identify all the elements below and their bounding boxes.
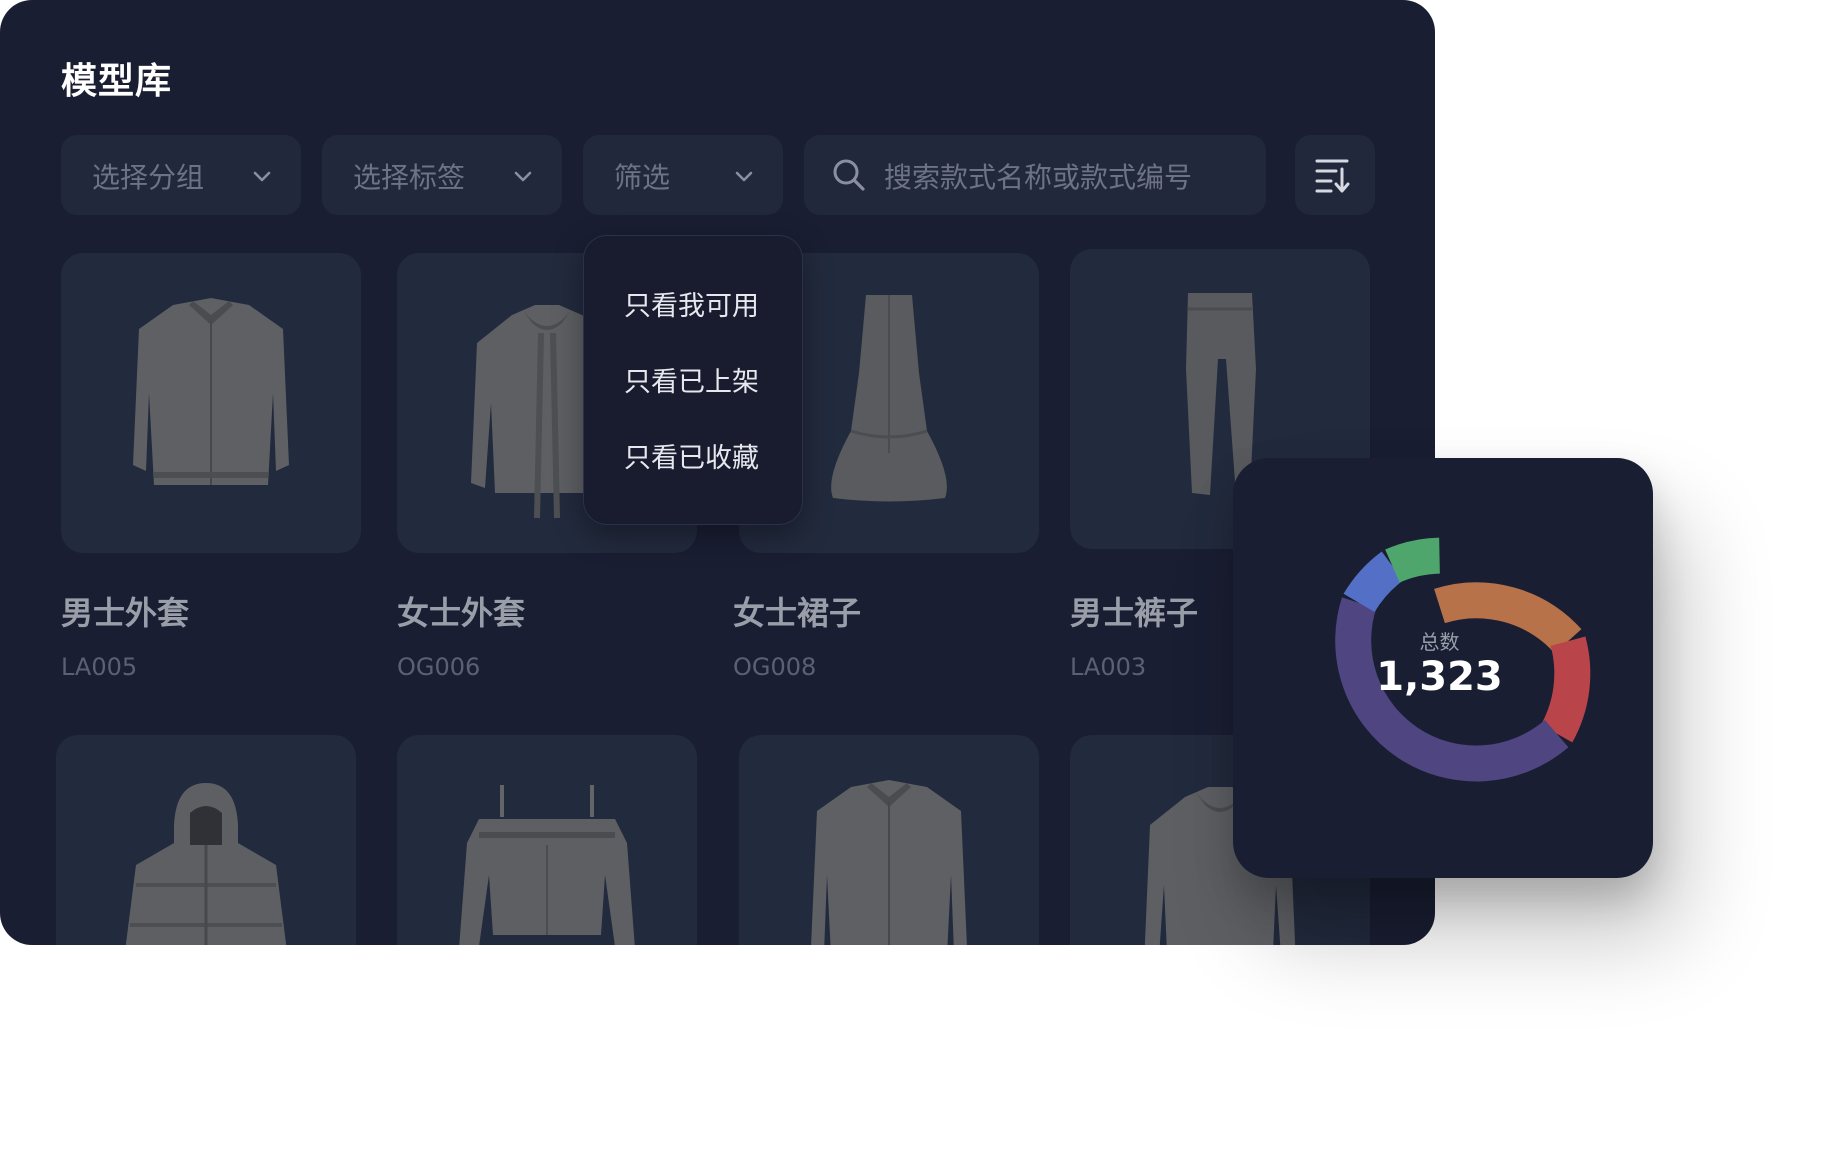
model-code: LA003 bbox=[1070, 653, 1147, 681]
model-card[interactable] bbox=[61, 253, 361, 553]
dropdown-option-listed[interactable]: 只看已上架 bbox=[624, 360, 759, 399]
model-code: LA005 bbox=[61, 653, 138, 681]
group-select[interactable]: 选择分组 bbox=[61, 135, 301, 215]
model-card[interactable] bbox=[739, 735, 1039, 945]
search-placeholder: 搜索款式名称或款式编号 bbox=[884, 161, 1193, 194]
model-code: OG008 bbox=[733, 653, 817, 681]
stats-caption: 总数 bbox=[1419, 630, 1460, 654]
sort-button[interactable] bbox=[1295, 135, 1375, 215]
jacket-icon bbox=[133, 298, 289, 485]
dropdown-option-available[interactable]: 只看我可用 bbox=[624, 284, 759, 323]
sort-icon bbox=[1315, 159, 1350, 193]
chevron-down-icon bbox=[514, 171, 532, 182]
chevron-down-icon bbox=[253, 171, 271, 182]
chevron-down-icon bbox=[735, 171, 753, 182]
tag-select[interactable]: 选择标签 bbox=[322, 135, 562, 215]
page-title: 模型库 bbox=[61, 61, 173, 102]
jacket-icon bbox=[811, 780, 967, 945]
off-shoulder-top-icon bbox=[459, 785, 635, 945]
filter-select-label: 筛选 bbox=[614, 161, 671, 194]
search-input[interactable]: 搜索款式名称或款式编号 bbox=[804, 135, 1266, 215]
model-name: 女士裙子 bbox=[733, 594, 862, 632]
search-icon bbox=[833, 159, 865, 191]
model-card[interactable] bbox=[56, 735, 356, 945]
tag-select-label: 选择标签 bbox=[353, 161, 466, 194]
group-select-label: 选择分组 bbox=[92, 161, 205, 194]
total-stats-card: 总数 1,323 bbox=[1233, 458, 1653, 878]
dropdown-option-favorited[interactable]: 只看已收藏 bbox=[624, 436, 759, 475]
ring-segment bbox=[1385, 537, 1441, 583]
model-name: 女士外套 bbox=[397, 594, 526, 632]
model-code: OG006 bbox=[397, 653, 481, 681]
filter-dropdown-menu: 只看我可用 只看已上架 只看已收藏 bbox=[583, 235, 803, 525]
model-card[interactable] bbox=[397, 735, 697, 945]
ring-segment bbox=[1343, 551, 1404, 613]
filter-select[interactable]: 筛选 bbox=[583, 135, 783, 215]
stats-total: 1,323 bbox=[1376, 654, 1503, 700]
puffer-jacket-icon bbox=[125, 783, 287, 945]
model-name: 男士裤子 bbox=[1070, 594, 1199, 632]
model-name: 男士外套 bbox=[61, 594, 190, 632]
